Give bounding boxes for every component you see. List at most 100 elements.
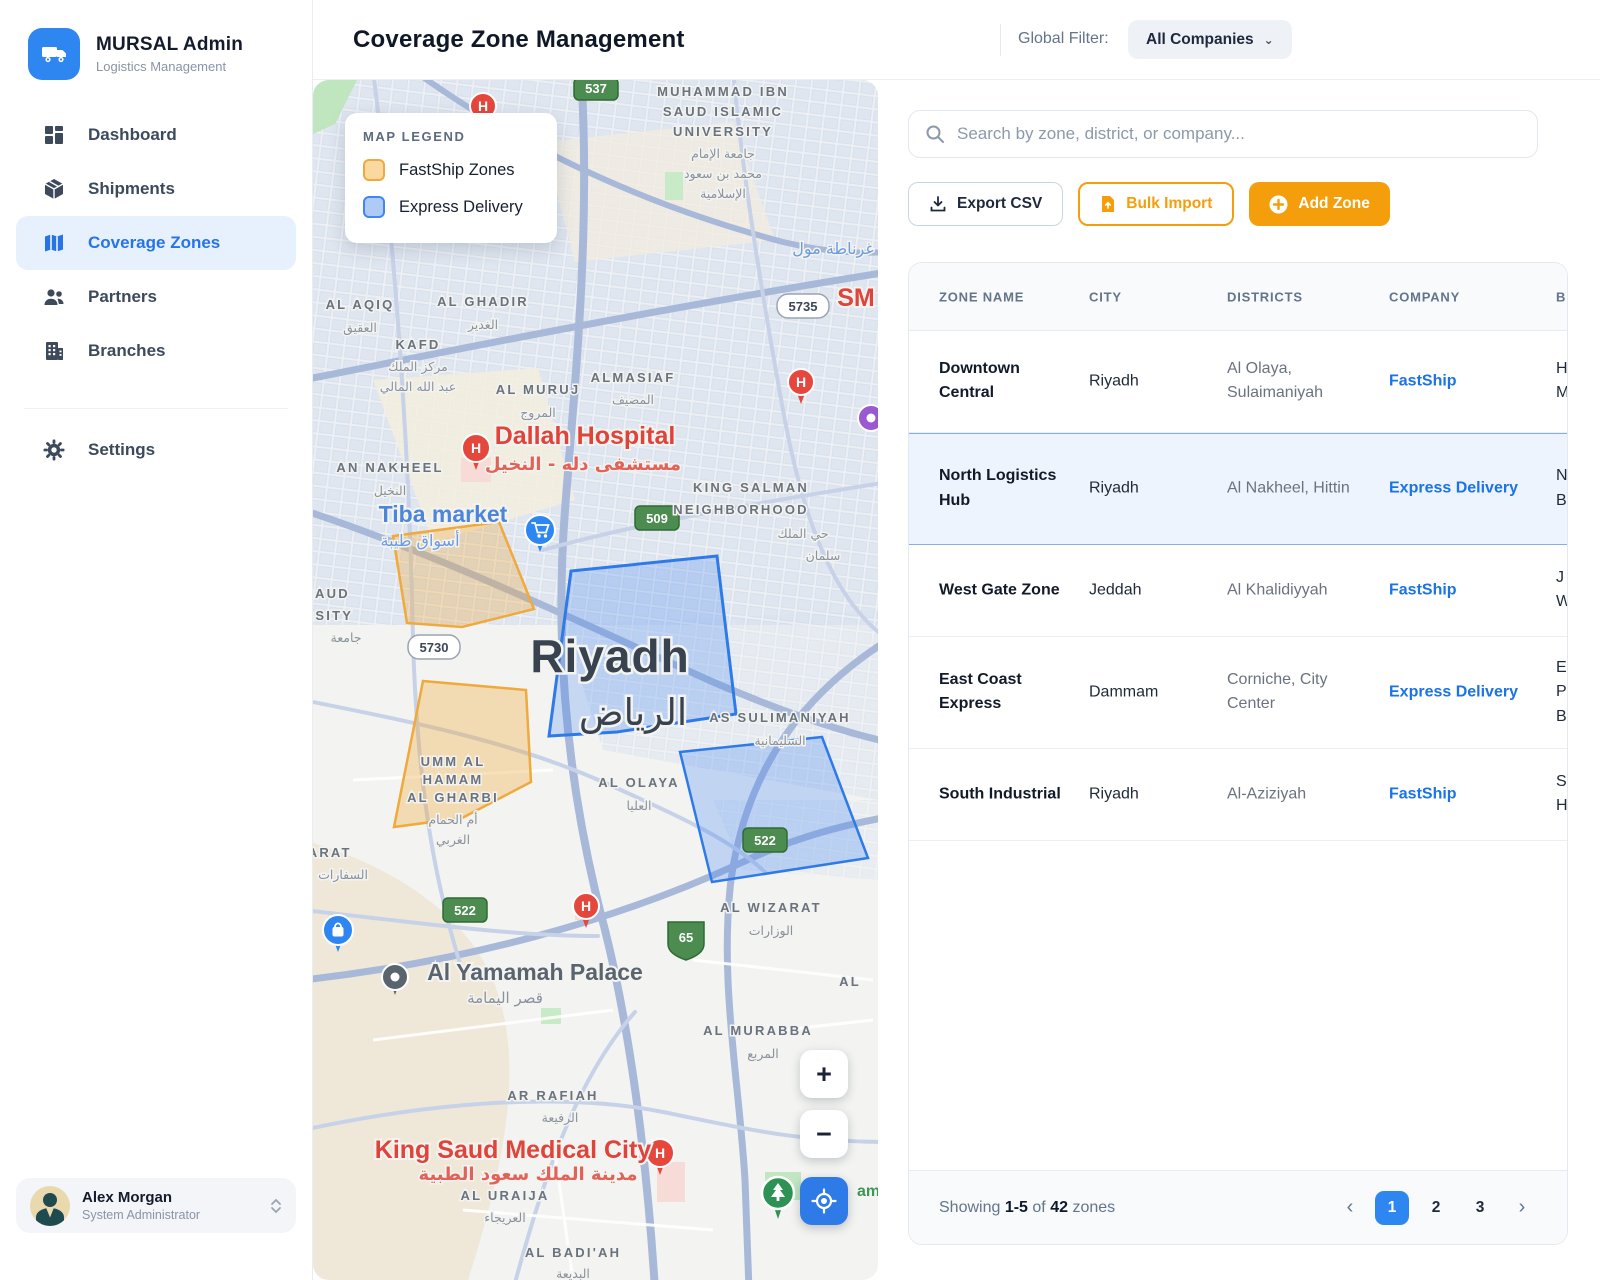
map-label-an-nakheel: AN NAKHEEL (336, 460, 443, 475)
sidebar-item-shipments[interactable]: Shipments (16, 162, 296, 216)
download-icon (929, 195, 947, 213)
user-name: Alex Morgan (82, 1189, 200, 1206)
table-row-north-logistics-hub[interactable]: North Logistics Hub Riyadh Al Nakheel, H… (909, 433, 1567, 545)
sidebar-item-label: Shipments (88, 179, 175, 199)
cell-company-link[interactable]: Express Delivery (1389, 477, 1529, 502)
cell-branch: HM (1556, 357, 1568, 407)
svg-text:522: 522 (754, 833, 776, 848)
cell-city: Jeddah (1089, 578, 1209, 603)
cell-company-link[interactable]: FastShip (1389, 782, 1529, 807)
sidebar-item-label: Dashboard (88, 125, 177, 145)
sidebar-item-branches[interactable]: Branches (16, 324, 296, 378)
truck-logo-icon (28, 28, 80, 80)
cell-company-link[interactable]: FastShip (1389, 578, 1529, 603)
map-locate-button[interactable] (800, 1177, 848, 1225)
sidebar-item-coverage-zones[interactable]: Coverage Zones (16, 216, 296, 270)
pagination-next-button[interactable]: › (1507, 1191, 1537, 1225)
map-label-al-olaya: AL OLAYA (598, 775, 679, 790)
user-menu[interactable]: Alex Morgan System Administrator (16, 1178, 296, 1233)
svg-text:UNIVERSITY: UNIVERSITY (673, 124, 773, 139)
svg-text:H: H (655, 1145, 665, 1161)
map-label-al-murabba: AL MURABBA (703, 1023, 813, 1038)
svg-text:65: 65 (679, 930, 693, 945)
global-filter-label: Global Filter: (1018, 30, 1109, 48)
svg-text:قصر اليمامة: قصر اليمامة (467, 989, 543, 1007)
add-zone-button[interactable]: Add Zone (1249, 182, 1389, 226)
svg-text:مركز الملك: مركز الملك (388, 359, 448, 375)
map-zoom-out-button[interactable]: − (800, 1110, 848, 1158)
global-filter-dropdown[interactable]: All Companies ⌄ (1128, 20, 1292, 59)
map-label-yamamah-palace: Al Yamamah Palace (427, 959, 643, 985)
svg-text:AL GHARBI: AL GHARBI (407, 790, 499, 805)
table-row-west-gate-zone[interactable]: West Gate Zone Jeddah Al Khalidiyyah Fas… (909, 545, 1567, 637)
coverage-map[interactable]: 537 5735 509 5730 522 522 (313, 80, 878, 1280)
map-label-al-uraija: AL URAIJA (461, 1188, 550, 1203)
search-input[interactable] (957, 124, 1521, 144)
column-company: Company (1389, 287, 1529, 307)
svg-text:محمد بن سعود: محمد بن سعود (684, 166, 762, 182)
svg-text:HAMAM: HAMAM (423, 772, 484, 787)
table-row-south-industrial[interactable]: South Industrial Riyadh Al-Aziziyah Fast… (909, 749, 1567, 841)
cell-company-link[interactable]: Express Delivery (1389, 680, 1529, 705)
avatar (30, 1186, 70, 1226)
pagination-page-2[interactable]: 2 (1419, 1191, 1453, 1225)
svg-text:الرفيعة: الرفيعة (542, 1110, 579, 1126)
route-shield-5730: 5730 (408, 635, 460, 659)
cell-districts: Al Khalidiyyah (1227, 578, 1372, 603)
zones-panel: Export CSV Bulk Import Add Zone Zone Nam… (878, 80, 1600, 1280)
svg-text:NEIGHBORHOOD: NEIGHBORHOOD (673, 502, 808, 517)
svg-text:مدينة الملك سعود الطبية: مدينة الملك سعود الطبية (419, 1164, 638, 1185)
people-icon (42, 285, 66, 309)
crosshair-icon (811, 1188, 837, 1214)
svg-text:السفارات: السفارات (318, 867, 368, 883)
bulk-import-button[interactable]: Bulk Import (1078, 182, 1234, 226)
sidebar-item-settings[interactable]: Settings (16, 423, 296, 477)
map-icon (42, 231, 66, 255)
route-shield-522-east: 522 (743, 828, 787, 852)
poi-pin-purple[interactable] (858, 405, 878, 431)
chevron-down-icon: ⌄ (1264, 33, 1274, 47)
global-filter-value: All Companies (1146, 31, 1254, 49)
pagination-page-3[interactable]: 3 (1463, 1191, 1497, 1225)
coverage-zone-management-app: MURSAL Admin Logistics Management Dashbo… (0, 0, 1600, 1280)
svg-text:المروج: المروج (520, 405, 556, 421)
map-label-al-aqiq: AL AQIQ (326, 297, 395, 312)
svg-text:المربع: المربع (747, 1046, 779, 1062)
table-row-east-coast-express[interactable]: East Coast Express Dammam Corniche, City… (909, 637, 1567, 749)
map-legend-title: MAP LEGEND (363, 129, 539, 144)
map-label-al-wizarat: AL WIZARAT (720, 900, 822, 915)
map-label-as-sulimaniyah: AS SULIMANIYAH (709, 710, 851, 725)
svg-text:المضيف: المضيف (612, 392, 654, 407)
map-zoom-in-button[interactable]: + (800, 1050, 848, 1098)
column-branch: Branches (1556, 287, 1568, 307)
pagination-page-1[interactable]: 1 (1375, 1191, 1409, 1225)
export-csv-button[interactable]: Export CSV (908, 182, 1063, 226)
svg-text:5730: 5730 (420, 640, 449, 655)
svg-text:سلمان: سلمان (806, 548, 841, 563)
brand: MURSAL Admin Logistics Management (28, 28, 243, 80)
cell-districts: Al-Aziziyah (1227, 782, 1372, 807)
fastship-zone-swatch (363, 159, 385, 181)
map-label-ksmc: King Saud Medical City (375, 1136, 652, 1164)
map-label-al-fragment: AL (839, 974, 861, 989)
map-canvas: 537 5735 509 5730 522 522 (313, 80, 878, 1280)
plus-circle-icon (1269, 195, 1288, 214)
sidebar-item-dashboard[interactable]: Dashboard (16, 108, 296, 162)
table-row-downtown-central[interactable]: Downtown Central Riyadh Al Olaya, Sulaim… (909, 331, 1567, 433)
cell-branch: SH (1556, 770, 1568, 820)
pagination-prev-button[interactable]: ‹ (1335, 1191, 1365, 1225)
svg-text:522: 522 (454, 903, 476, 918)
svg-text:جامعة: جامعة (331, 630, 362, 645)
sidebar-item-partners[interactable]: Partners (16, 270, 296, 324)
cell-branch: NB (1556, 464, 1568, 514)
legend-label-express: Express Delivery (399, 198, 523, 217)
cell-zone-name: South Industrial (939, 782, 1064, 807)
column-city: City (1089, 287, 1209, 307)
column-zone-name: Zone Name (939, 287, 1064, 307)
svg-text:أم الحمام: أم الحمام (428, 811, 477, 827)
cell-districts: Corniche, City Center (1227, 668, 1372, 718)
svg-text:الوزارات: الوزارات (749, 923, 794, 939)
sidebar-item-label: Partners (88, 287, 157, 307)
map-label-ar-rafiah: AR RAFIAH (507, 1088, 598, 1103)
cell-company-link[interactable]: FastShip (1389, 369, 1529, 394)
